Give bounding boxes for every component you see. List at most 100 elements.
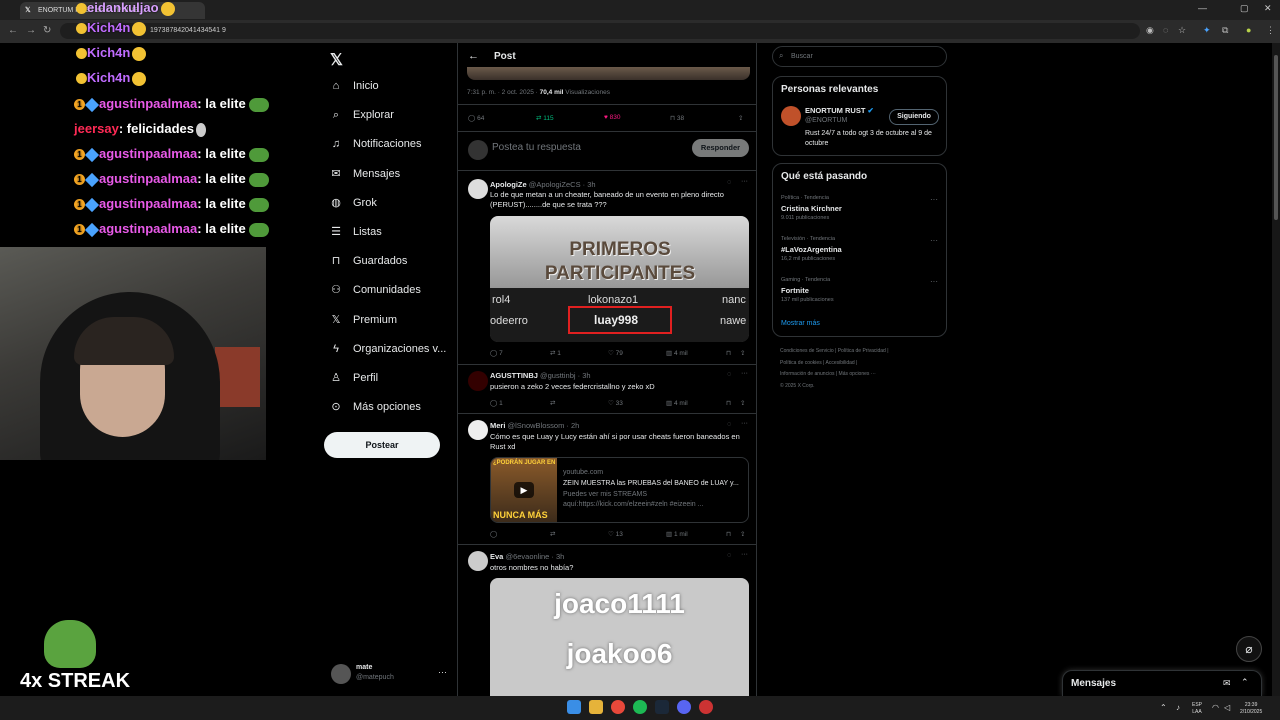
close-icon[interactable]: ✕ [1264, 3, 1272, 14]
like-action[interactable]: ♡ 13 [608, 530, 623, 538]
reply-action[interactable]: ◯ 7 [490, 349, 503, 357]
nav-item-guardados[interactable]: ⊓ Guardados [330, 255, 408, 267]
reply-action[interactable]: ◯ 1 [490, 399, 503, 407]
volume-icon[interactable]: ◁ [1224, 703, 1230, 712]
grok-icon[interactable]: ◌ [727, 552, 731, 559]
x-logo-icon[interactable]: 𝕏 [330, 50, 343, 70]
grok-icon[interactable]: ◌ [727, 421, 731, 428]
minimize-icon[interactable]: — [1198, 3, 1207, 13]
more-icon[interactable]: ··· [741, 178, 748, 185]
more-icon[interactable]: ··· [741, 551, 748, 558]
repost-action[interactable]: ⇄ [550, 399, 555, 407]
profile-avatar-icon[interactable]: ● [1246, 25, 1251, 35]
nav-item-mensajes[interactable]: ✉ Mensajes [330, 168, 400, 180]
views-action[interactable]: ▥ 4 mil [666, 349, 688, 357]
repost-action[interactable]: ⇄ 1 [550, 349, 561, 357]
share-icon[interactable]: ⇪ [740, 399, 745, 407]
url-field[interactable]: 197387842041434541 9 [60, 23, 1140, 39]
account-name[interactable]: mate [356, 664, 372, 671]
maximize-icon[interactable]: ▢ [1240, 3, 1249, 14]
views-action[interactable]: ▥ 1 mil [666, 530, 688, 538]
puzzle-icon[interactable]: ⧉ [1222, 25, 1228, 36]
avatar[interactable] [331, 664, 351, 684]
more-icon[interactable]: ··· [930, 277, 938, 286]
nav-item-comunidades[interactable]: ⚇ Comunidades [330, 284, 421, 296]
grok-compose-icon[interactable]: ⌀ [1236, 636, 1262, 662]
start-icon[interactable] [567, 700, 581, 714]
reply-action[interactable]: ◯ 64 [468, 114, 484, 122]
tray-chevron-icon[interactable]: ⌃ [1160, 703, 1167, 712]
bookmark-icon[interactable]: ⊓ [726, 530, 731, 538]
post-button[interactable]: Postear [324, 432, 440, 458]
repost-action[interactable]: ⇄ 115 [536, 114, 554, 122]
messages-drawer[interactable]: Mensajes ✉ ⌃ [1062, 670, 1262, 696]
footer-line[interactable]: Condiciones de Servicio | Política de Pr… [780, 348, 889, 354]
folder-icon[interactable] [589, 700, 603, 714]
nav-item-más[interactable]: ⊙ Más opciones [330, 401, 420, 413]
bookmark-action[interactable]: ⊓ 38 [670, 114, 684, 122]
share-icon[interactable]: ⇪ [740, 349, 745, 357]
chrome-icon[interactable] [611, 700, 625, 714]
more-icon[interactable]: ··· [930, 236, 938, 245]
menu-dots-icon[interactable]: ⋮ [1266, 25, 1275, 36]
discord-icon[interactable] [677, 700, 691, 714]
new-message-icon[interactable]: ✉ [1223, 678, 1231, 689]
link-card[interactable]: ¿PODRÁN JUGAR EN ▶ NUNCA MÁS youtube.com… [490, 457, 749, 523]
search-input[interactable]: Buscar [772, 46, 947, 67]
back-arrow-icon[interactable]: ← [468, 50, 479, 62]
like-action[interactable]: ♡ 33 [608, 399, 623, 407]
avatar[interactable] [468, 179, 488, 199]
footer-line[interactable]: © 2025 X Corp. [780, 383, 815, 389]
reply-button[interactable]: Responder [692, 139, 749, 157]
app-icon[interactable] [699, 700, 713, 714]
bookmark-icon[interactable]: ⊓ [726, 349, 731, 357]
share-icon[interactable]: ⇪ [740, 530, 745, 538]
avatar[interactable] [468, 371, 488, 391]
nav-item-notificaciones[interactable]: ♫ Notificaciones [330, 138, 422, 150]
forward-icon[interactable]: → [26, 25, 36, 36]
more-icon[interactable]: ··· [741, 420, 748, 427]
following-button[interactable]: Siguiendo [889, 109, 939, 125]
avatar[interactable] [781, 106, 801, 126]
clock[interactable]: 23:39 2/10/2025 [1240, 702, 1262, 716]
grok-icon[interactable]: ◌ [727, 179, 731, 186]
spotify-icon[interactable] [633, 700, 647, 714]
share-icon[interactable]: ⇪ [738, 114, 743, 122]
nav-item-perfil[interactable]: ♙ Perfil [330, 372, 378, 384]
more-icon[interactable]: ··· [741, 370, 748, 377]
footer-line[interactable]: Política de cookies | Accesibilidad | [780, 360, 857, 366]
reply-action[interactable]: ◯ [490, 530, 497, 538]
reload-icon[interactable]: ↻ [43, 25, 51, 36]
relevant-name[interactable]: ENORTUM RUST ✔ [805, 106, 874, 115]
post-image-bottom[interactable] [467, 67, 750, 80]
steam-icon[interactable] [655, 700, 669, 714]
bookmark-icon[interactable]: ⊓ [726, 399, 731, 407]
scrollbar-thumb[interactable] [1274, 55, 1278, 220]
play-icon[interactable]: ▶ [514, 482, 534, 498]
repost-action[interactable]: ⇄ [550, 530, 555, 538]
nav-item-listas[interactable]: ☰ Listas [330, 226, 382, 238]
show-more-link[interactable]: Mostrar más [781, 320, 820, 327]
reply-input[interactable]: Postea tu respuesta [492, 142, 581, 153]
nav-item-grok[interactable]: ◍ Grok [330, 197, 377, 209]
footer-line[interactable]: Información de anuncios | Más opciones ·… [780, 371, 876, 377]
grok-icon[interactable]: ◌ [727, 371, 731, 378]
language-indicator[interactable]: ESP LAA [1192, 702, 1202, 716]
tweet-image[interactable]: PRIMEROS PARTICIPANTES rol4 lokonazo1 na… [490, 216, 749, 342]
avatar[interactable] [468, 551, 488, 571]
tweet-image[interactable]: joaco1111 joakoo6 [490, 578, 749, 696]
like-action[interactable]: ♡ 79 [608, 349, 623, 357]
extension-icon[interactable]: ◉ [1146, 25, 1154, 36]
account-menu-icon[interactable]: ··· [438, 667, 447, 677]
mic-icon[interactable]: ♪ [1176, 703, 1180, 712]
more-icon[interactable]: ··· [930, 195, 938, 204]
wifi-icon[interactable]: ◠ [1212, 703, 1219, 712]
nav-item-organizaciones[interactable]: ϟ Organizaciones v... [330, 343, 446, 355]
like-action[interactable]: ♥ 830 [604, 114, 621, 121]
views-action[interactable]: ▥ 4 mil [666, 399, 688, 407]
star-icon[interactable]: ☆ [1178, 25, 1186, 36]
eye-off-icon[interactable]: ◌ [1163, 25, 1168, 35]
nav-item-inicio[interactable]: ⌂ Inicio [330, 80, 379, 92]
avatar[interactable] [468, 420, 488, 440]
back-icon[interactable]: ← [8, 25, 18, 36]
